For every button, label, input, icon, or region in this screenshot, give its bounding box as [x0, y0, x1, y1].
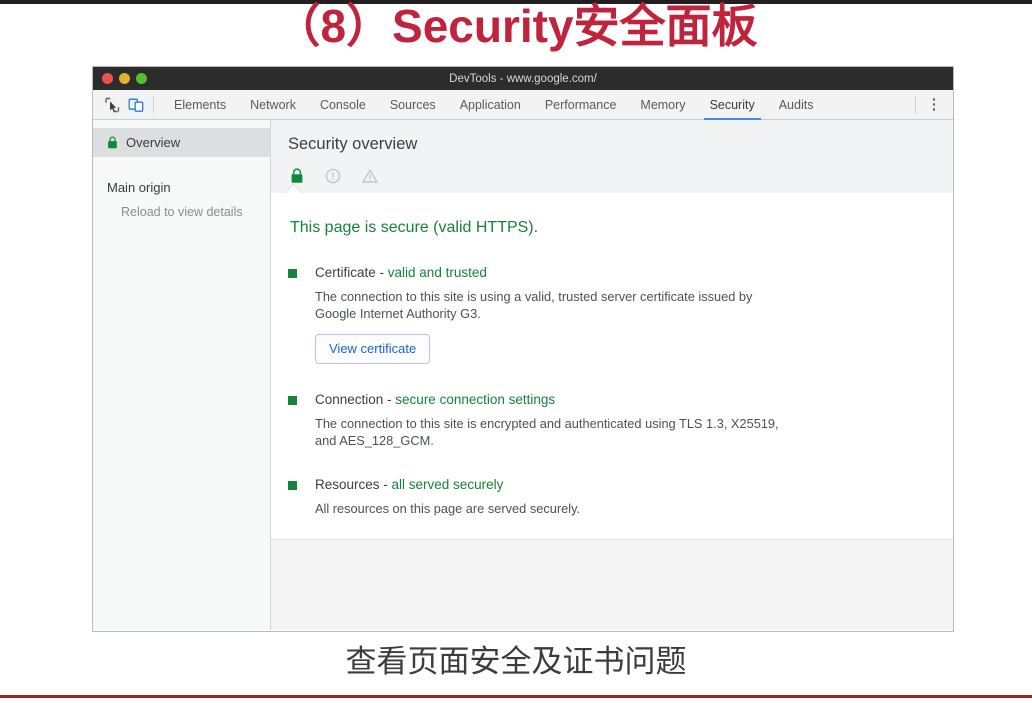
device-toolbar-icon[interactable] — [128, 97, 144, 113]
slide-caption: 查看页面安全及证书问题 — [345, 644, 687, 679]
security-status-headline: This page is secure (valid HTTPS). — [290, 218, 539, 236]
devtools-body: Overview Main origin Reload to view deta… — [93, 120, 953, 630]
certificate-section-title: Certificate - valid and trusted — [315, 263, 929, 282]
security-summary-icons — [288, 168, 953, 189]
tab-application[interactable]: Application — [448, 90, 533, 119]
connection-section-description: The connection to this site is encrypted… — [315, 415, 779, 448]
tabstrip-right-divider — [915, 95, 916, 114]
traffic-lights — [102, 73, 147, 84]
green-lock-icon — [107, 136, 118, 149]
security-sidebar: Overview Main origin Reload to view deta… — [93, 120, 271, 630]
tab-network[interactable]: Network — [238, 90, 308, 119]
view-certificate-button[interactable]: View certificate — [315, 333, 431, 364]
minimize-window-button[interactable] — [119, 73, 130, 84]
security-overview-body: This page is secure (valid HTTPS). Certi… — [271, 192, 953, 539]
tab-performance[interactable]: Performance — [533, 90, 629, 119]
more-options-icon[interactable] — [925, 95, 943, 115]
maximize-window-button[interactable] — [136, 73, 147, 84]
connection-section-label: Connection - — [315, 391, 396, 407]
tab-security[interactable]: Security — [698, 90, 767, 120]
window-title: DevTools - www.google.com/ — [449, 72, 597, 85]
security-section-connection: Connection - secure connection settings … — [288, 390, 929, 449]
sidebar-reload-note[interactable]: Reload to view details — [93, 205, 270, 219]
panel-footer-area — [271, 538, 953, 630]
resources-section-label: Resources - — [315, 476, 392, 492]
devtools-tabstrip: Elements Network Console Sources Applica… — [93, 90, 953, 120]
tab-console[interactable]: Console — [308, 90, 378, 119]
certificate-section-label: Certificate - — [315, 264, 388, 280]
tab-sources[interactable]: Sources — [378, 90, 448, 119]
resources-section-title: Resources - all served securely — [315, 475, 929, 494]
security-overview-header: Security overview — [271, 120, 953, 193]
sidebar-item-overview-label: Overview — [126, 135, 181, 150]
status-square-icon — [288, 480, 297, 490]
tab-audits[interactable]: Audits — [767, 90, 826, 119]
page-title: Security overview — [288, 135, 418, 153]
certificate-section-description: The connection to this site is using a v… — [315, 288, 753, 321]
certificate-section-value: valid and trusted — [387, 264, 487, 280]
connection-section-value: secure connection settings — [395, 391, 556, 407]
inspect-element-icon[interactable] — [104, 97, 120, 113]
tabstrip-right-controls — [915, 90, 953, 119]
tab-elements[interactable]: Elements — [162, 90, 238, 119]
resources-section-value: all served securely — [391, 476, 504, 492]
slide-bottom-fill — [0, 698, 1032, 703]
security-section-certificate: Certificate - valid and trusted The conn… — [288, 263, 929, 364]
devtools-tabs: Elements Network Console Sources Applica… — [154, 90, 915, 120]
sidebar-item-overview[interactable]: Overview — [93, 128, 270, 157]
slide-title: （8）Security安全面板 — [274, 0, 758, 52]
resources-section-description: All resources on this page are served se… — [315, 500, 581, 516]
warning-triangle-icon[interactable] — [361, 168, 379, 189]
status-square-icon — [288, 268, 297, 278]
close-window-button[interactable] — [102, 73, 113, 84]
tab-memory[interactable]: Memory — [628, 90, 697, 119]
devtools-window: DevTools - www.google.com/ Elements Netw… — [92, 66, 954, 632]
devtools-tool-icons — [93, 90, 153, 119]
info-circle-icon[interactable] — [325, 168, 341, 189]
window-titlebar: DevTools - www.google.com/ — [93, 67, 953, 90]
status-square-icon — [288, 395, 297, 405]
sidebar-group-main-origin: Main origin — [107, 180, 171, 195]
security-section-resources: Resources - all served securely All reso… — [288, 475, 929, 517]
connection-section-title: Connection - secure connection settings — [315, 390, 929, 409]
security-main-panel: Security overview This page is secure (v… — [271, 120, 953, 630]
